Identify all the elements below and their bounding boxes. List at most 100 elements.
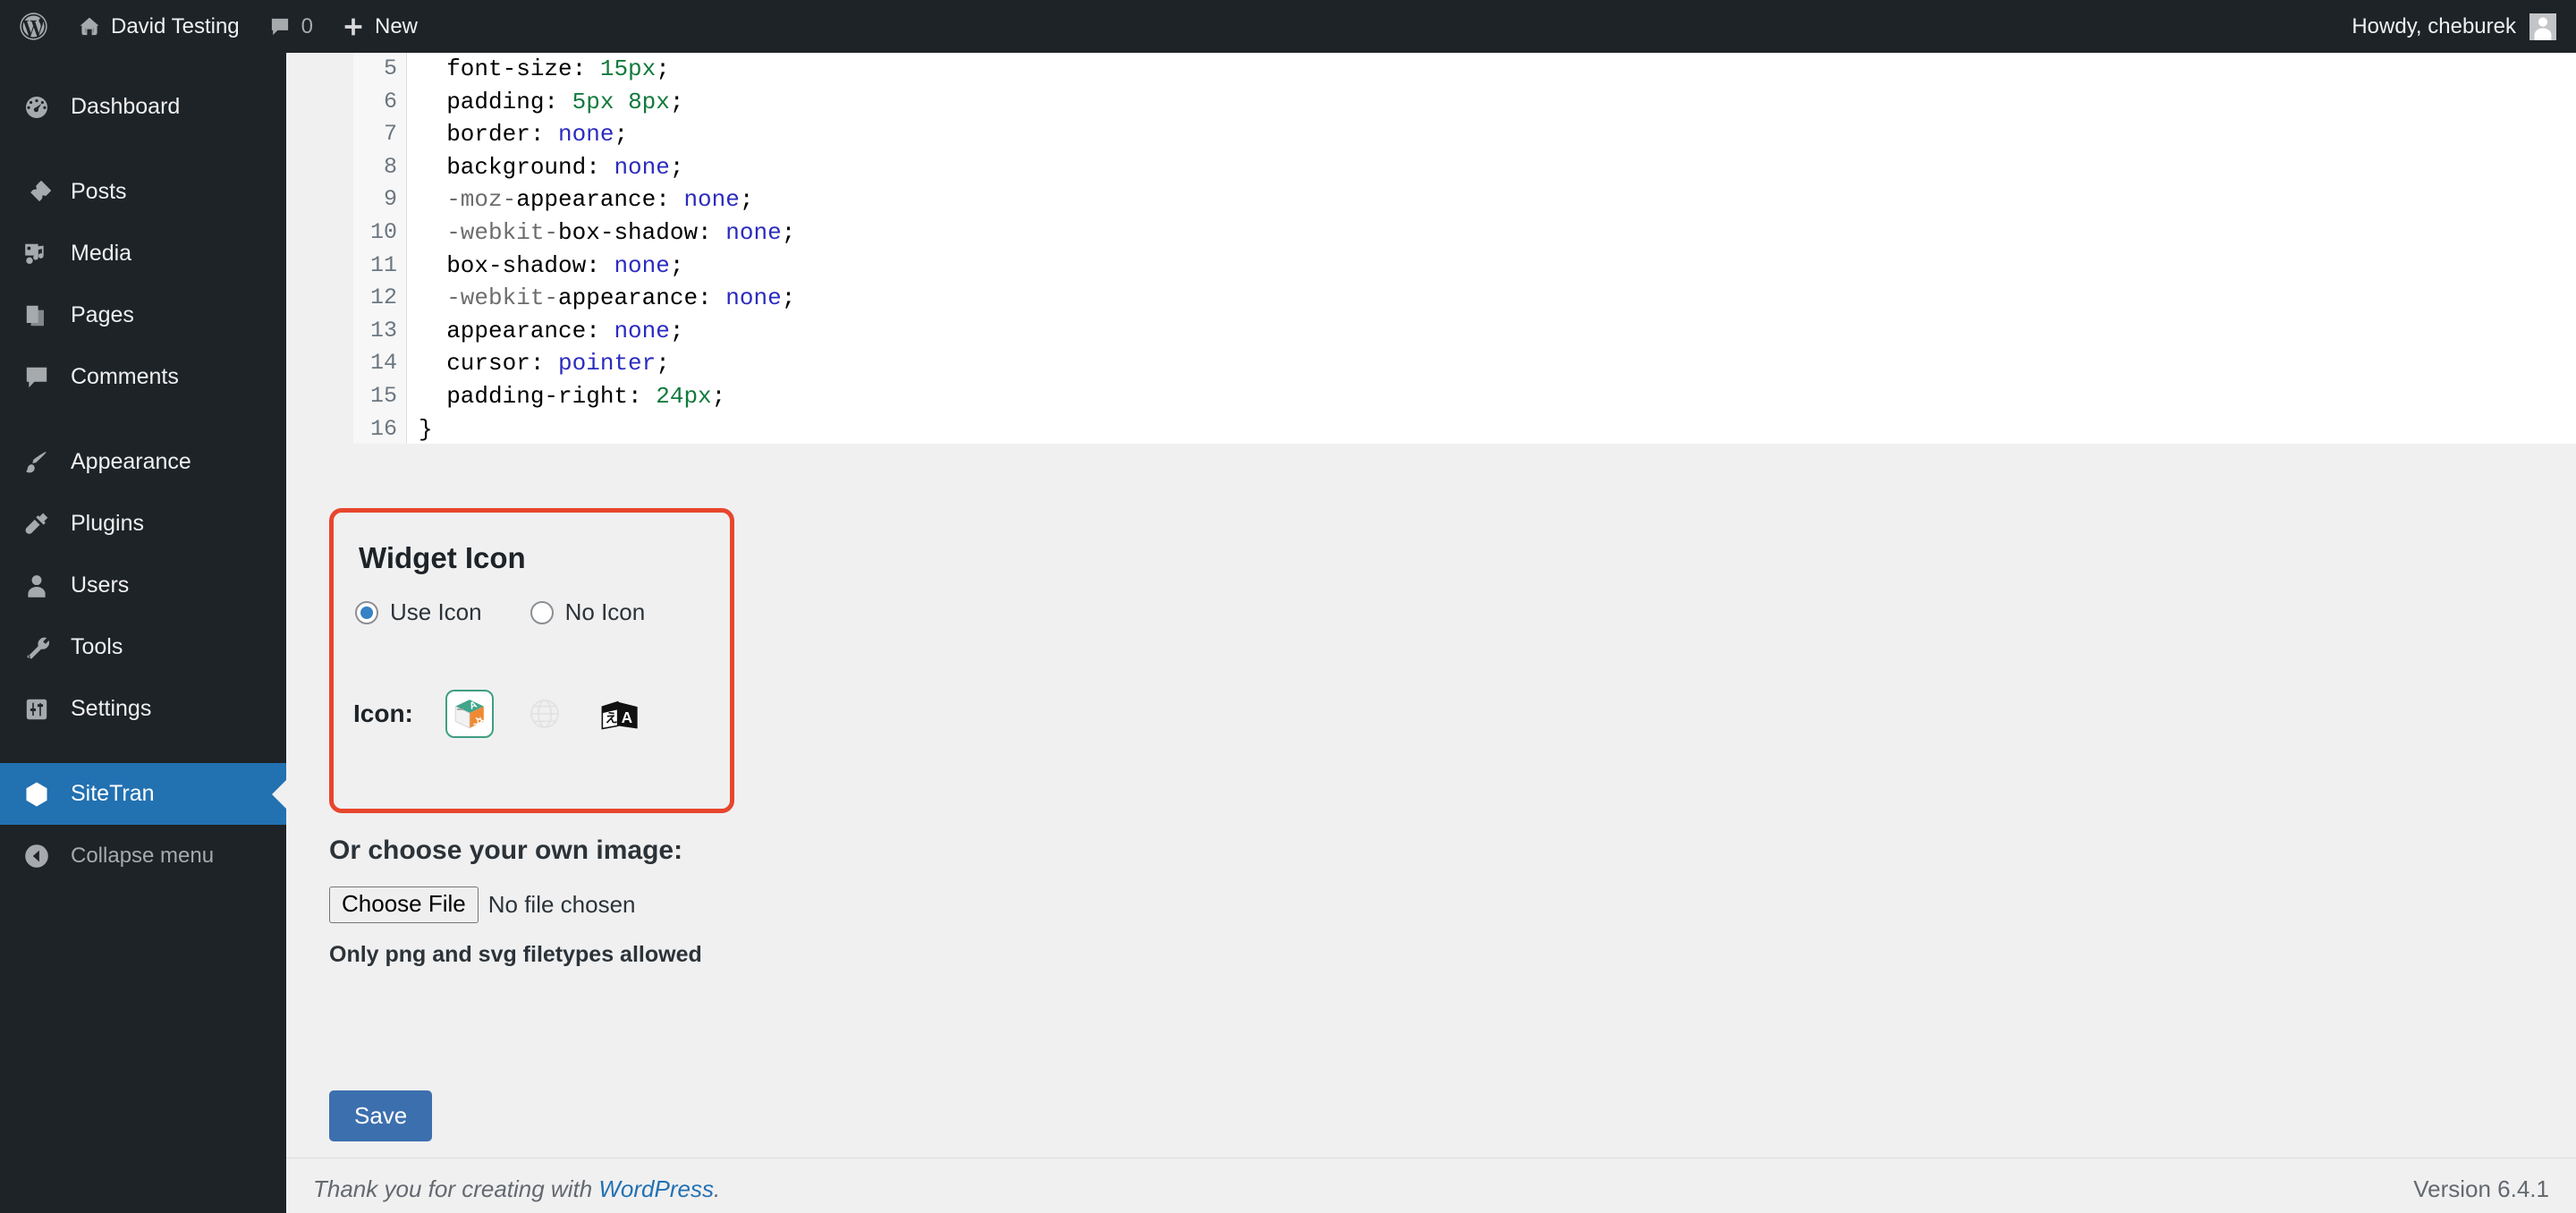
globe-icon: [530, 700, 559, 728]
plug-icon: [21, 508, 53, 540]
sidebar-item-label: Tools: [71, 634, 123, 659]
sidebar-item-tools[interactable]: Tools: [0, 616, 286, 678]
footer-version: Version 6.4.1: [2413, 1175, 2549, 1202]
panel-title: Widget Icon: [359, 541, 526, 574]
sidebar-item-label: Appearance: [71, 449, 191, 474]
sidebar-item-posts[interactable]: Posts: [0, 161, 286, 223]
site-name-label: David Testing: [111, 13, 240, 38]
line-number: 12: [353, 282, 407, 315]
comment-bubble-icon: [268, 15, 292, 38]
icon-chooser-row: Icon: A 文 え A: [346, 690, 671, 738]
site-name-button[interactable]: David Testing: [64, 0, 254, 53]
code-line: 7 border: none;: [353, 118, 2576, 151]
menu-spacer-top: [0, 53, 286, 76]
code-text: -webkit-appearance: none;: [419, 284, 796, 312]
sidebar-item-comments[interactable]: Comments: [0, 346, 286, 408]
menu-spacer-3: [0, 740, 286, 763]
sidebar-item-settings[interactable]: Settings: [0, 678, 286, 740]
wordpress-logo-button[interactable]: [0, 0, 64, 53]
line-number: 7: [353, 118, 407, 151]
code-text: -webkit-box-shadow: none;: [419, 218, 796, 246]
file-input-row[interactable]: Choose File No file chosen: [329, 886, 702, 923]
code-text: padding: 5px 8px;: [419, 88, 684, 115]
admin-footer: Thank you for creating with WordPress. V…: [286, 1158, 2576, 1213]
code-line: 5 font-size: 15px;: [353, 53, 2576, 86]
comments-button[interactable]: 0: [254, 0, 327, 53]
code-lines-container: 5 font-size: 15px; 6 padding: 5px 8px; 7 b…: [353, 53, 2576, 444]
widget-icon-radio-group: Use Icon No Icon: [355, 598, 645, 626]
new-content-button[interactable]: New: [327, 0, 432, 53]
code-line: 15 padding-right: 24px;: [353, 379, 2576, 413]
hexagon-icon: [21, 778, 53, 810]
icon-option-globe[interactable]: [521, 690, 569, 738]
line-number: 13: [353, 314, 407, 348]
icon-option-translate-cube[interactable]: A 文: [445, 690, 494, 738]
avatar: [2529, 13, 2556, 40]
collapse-left-arrow-icon: [21, 840, 53, 872]
code-line: 10 -webkit-box-shadow: none;: [353, 216, 2576, 250]
comments-count: 0: [301, 13, 313, 38]
code-line: 6 padding: 5px 8px;: [353, 85, 2576, 119]
line-number: 11: [353, 249, 407, 283]
line-number: 8: [353, 150, 407, 184]
line-number: 10: [353, 216, 407, 250]
code-line: 16}: [353, 412, 2576, 444]
sliders-icon: [21, 693, 53, 725]
collapse-menu-label: Collapse menu: [71, 843, 215, 868]
code-line: 14 cursor: pointer;: [353, 347, 2576, 380]
admin-sidebar: Dashboard Posts Media Pages Comments App…: [0, 53, 286, 1213]
code-line: 11 box-shadow: none;: [353, 249, 2576, 283]
line-number: 6: [353, 85, 407, 119]
own-image-heading: Or choose your own image:: [329, 836, 683, 865]
account-menu[interactable]: Howdy, cheburek: [2351, 0, 2576, 53]
wordpress-link[interactable]: WordPress: [598, 1175, 714, 1202]
home-icon: [78, 15, 101, 38]
wrench-icon: [21, 632, 53, 664]
sidebar-item-label: SiteTran: [71, 781, 155, 806]
save-button[interactable]: Save: [329, 1090, 433, 1141]
sidebar-item-media[interactable]: Media: [0, 223, 286, 284]
sidebar-item-label: Settings: [71, 696, 152, 721]
sidebar-item-plugins[interactable]: Plugins: [0, 493, 286, 555]
choose-file-button[interactable]: Choose File: [329, 886, 479, 923]
sidebar-item-dashboard[interactable]: Dashboard: [0, 76, 286, 138]
icon-caption-label: Icon:: [353, 700, 413, 727]
css-code-editor[interactable]: 5 font-size: 15px; 6 padding: 5px 8px; 7 b…: [353, 53, 2576, 444]
radio-no-icon[interactable]: No Icon: [530, 598, 645, 626]
sidebar-item-appearance[interactable]: Appearance: [0, 431, 286, 493]
sidebar-item-label: Media: [71, 241, 132, 266]
code-text: appearance: none;: [419, 317, 684, 344]
sidebar-item-label: Plugins: [71, 511, 144, 536]
sidebar-item-sitetran[interactable]: SiteTran: [0, 763, 286, 825]
radio-use-icon[interactable]: Use Icon: [355, 598, 482, 626]
sidebar-item-label: Dashboard: [71, 94, 181, 119]
code-line: 13 appearance: none;: [353, 314, 2576, 348]
code-text: font-size: 15px;: [419, 55, 670, 82]
code-text: padding-right: 24px;: [419, 382, 726, 410]
user-icon: [21, 570, 53, 602]
line-number: 16: [353, 412, 407, 444]
sidebar-item-label: Comments: [71, 364, 179, 389]
radio-use-icon-button[interactable]: [355, 600, 378, 624]
widget-icon-panel: Widget Icon Use Icon No Icon Icon: A 文 え…: [329, 508, 734, 813]
footer-credit-suffix: .: [713, 1175, 721, 1202]
filetype-hint: Only png and svg filetypes allowed: [329, 942, 702, 967]
active-arrow-indicator: [272, 779, 286, 809]
code-line: 12 -webkit-appearance: none;: [353, 282, 2576, 315]
pushpin-icon: [21, 176, 53, 208]
sidebar-item-users[interactable]: Users: [0, 555, 286, 616]
collapse-menu-button[interactable]: Collapse menu: [0, 825, 286, 886]
howdy-label: Howdy, cheburek: [2351, 13, 2516, 38]
dashboard-gauge-icon: [21, 91, 53, 123]
code-text: cursor: pointer;: [419, 350, 670, 377]
main-content: 5 font-size: 15px; 6 padding: 5px 8px; 7 b…: [286, 53, 2576, 1213]
radio-no-icon-button[interactable]: [530, 600, 554, 624]
svg-text:A: A: [621, 708, 632, 726]
media-photo-music-icon: [21, 238, 53, 270]
sidebar-item-label: Pages: [71, 302, 134, 327]
line-number: 9: [353, 183, 407, 216]
sidebar-item-pages[interactable]: Pages: [0, 284, 286, 346]
footer-credit: Thank you for creating with WordPress.: [313, 1175, 720, 1203]
icon-option-translate-pages[interactable]: え A: [596, 690, 644, 738]
comment-bubble-icon: [21, 361, 53, 394]
